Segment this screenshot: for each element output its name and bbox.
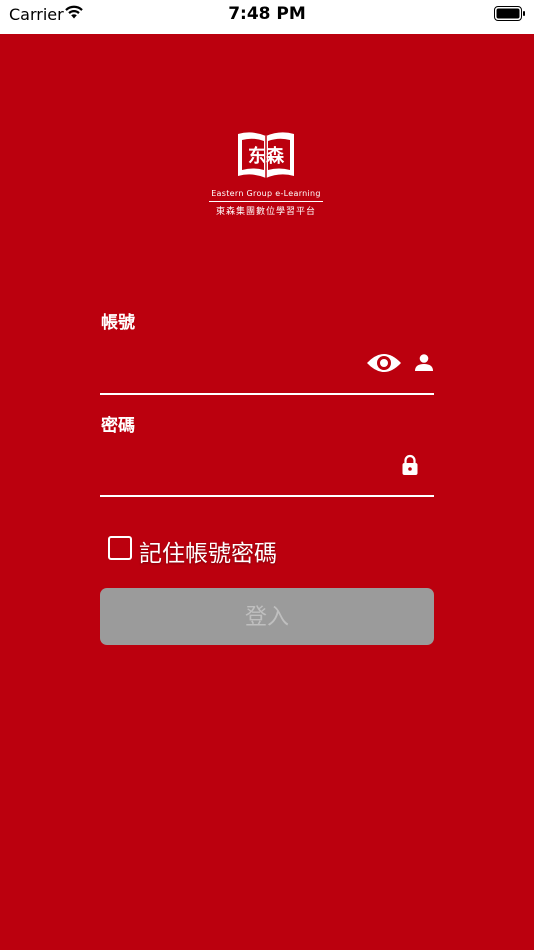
- account-label: 帳號: [101, 313, 135, 333]
- remember-label: 記住帳號密碼: [139, 541, 277, 567]
- password-input[interactable]: [100, 452, 354, 484]
- lock-icon: [401, 454, 419, 480]
- account-input[interactable]: [100, 348, 354, 380]
- eye-icon[interactable]: [366, 350, 402, 380]
- login-button[interactable]: 登入: [100, 588, 434, 645]
- logo-divider: [209, 201, 323, 202]
- brand-chinese: 東森集團數位學習平台: [215, 207, 316, 217]
- password-label: 密碼: [101, 416, 135, 436]
- remember-checkbox[interactable]: [108, 536, 132, 560]
- battery-icon: [494, 6, 526, 26]
- emblem-text: 东森: [248, 145, 285, 167]
- book-emblem-icon: 东森: [236, 128, 296, 188]
- app-logo: 东森 Eastern Group e-Learning 東森集團數位學習平台: [200, 128, 332, 220]
- password-underline: [100, 495, 434, 497]
- account-underline: [100, 393, 434, 395]
- clock: 7:48 PM: [228, 4, 306, 24]
- brand-english: Eastern Group e-Learning: [211, 189, 321, 198]
- status-bar: Carrier 7:48 PM: [0, 0, 534, 34]
- person-icon: [414, 353, 434, 377]
